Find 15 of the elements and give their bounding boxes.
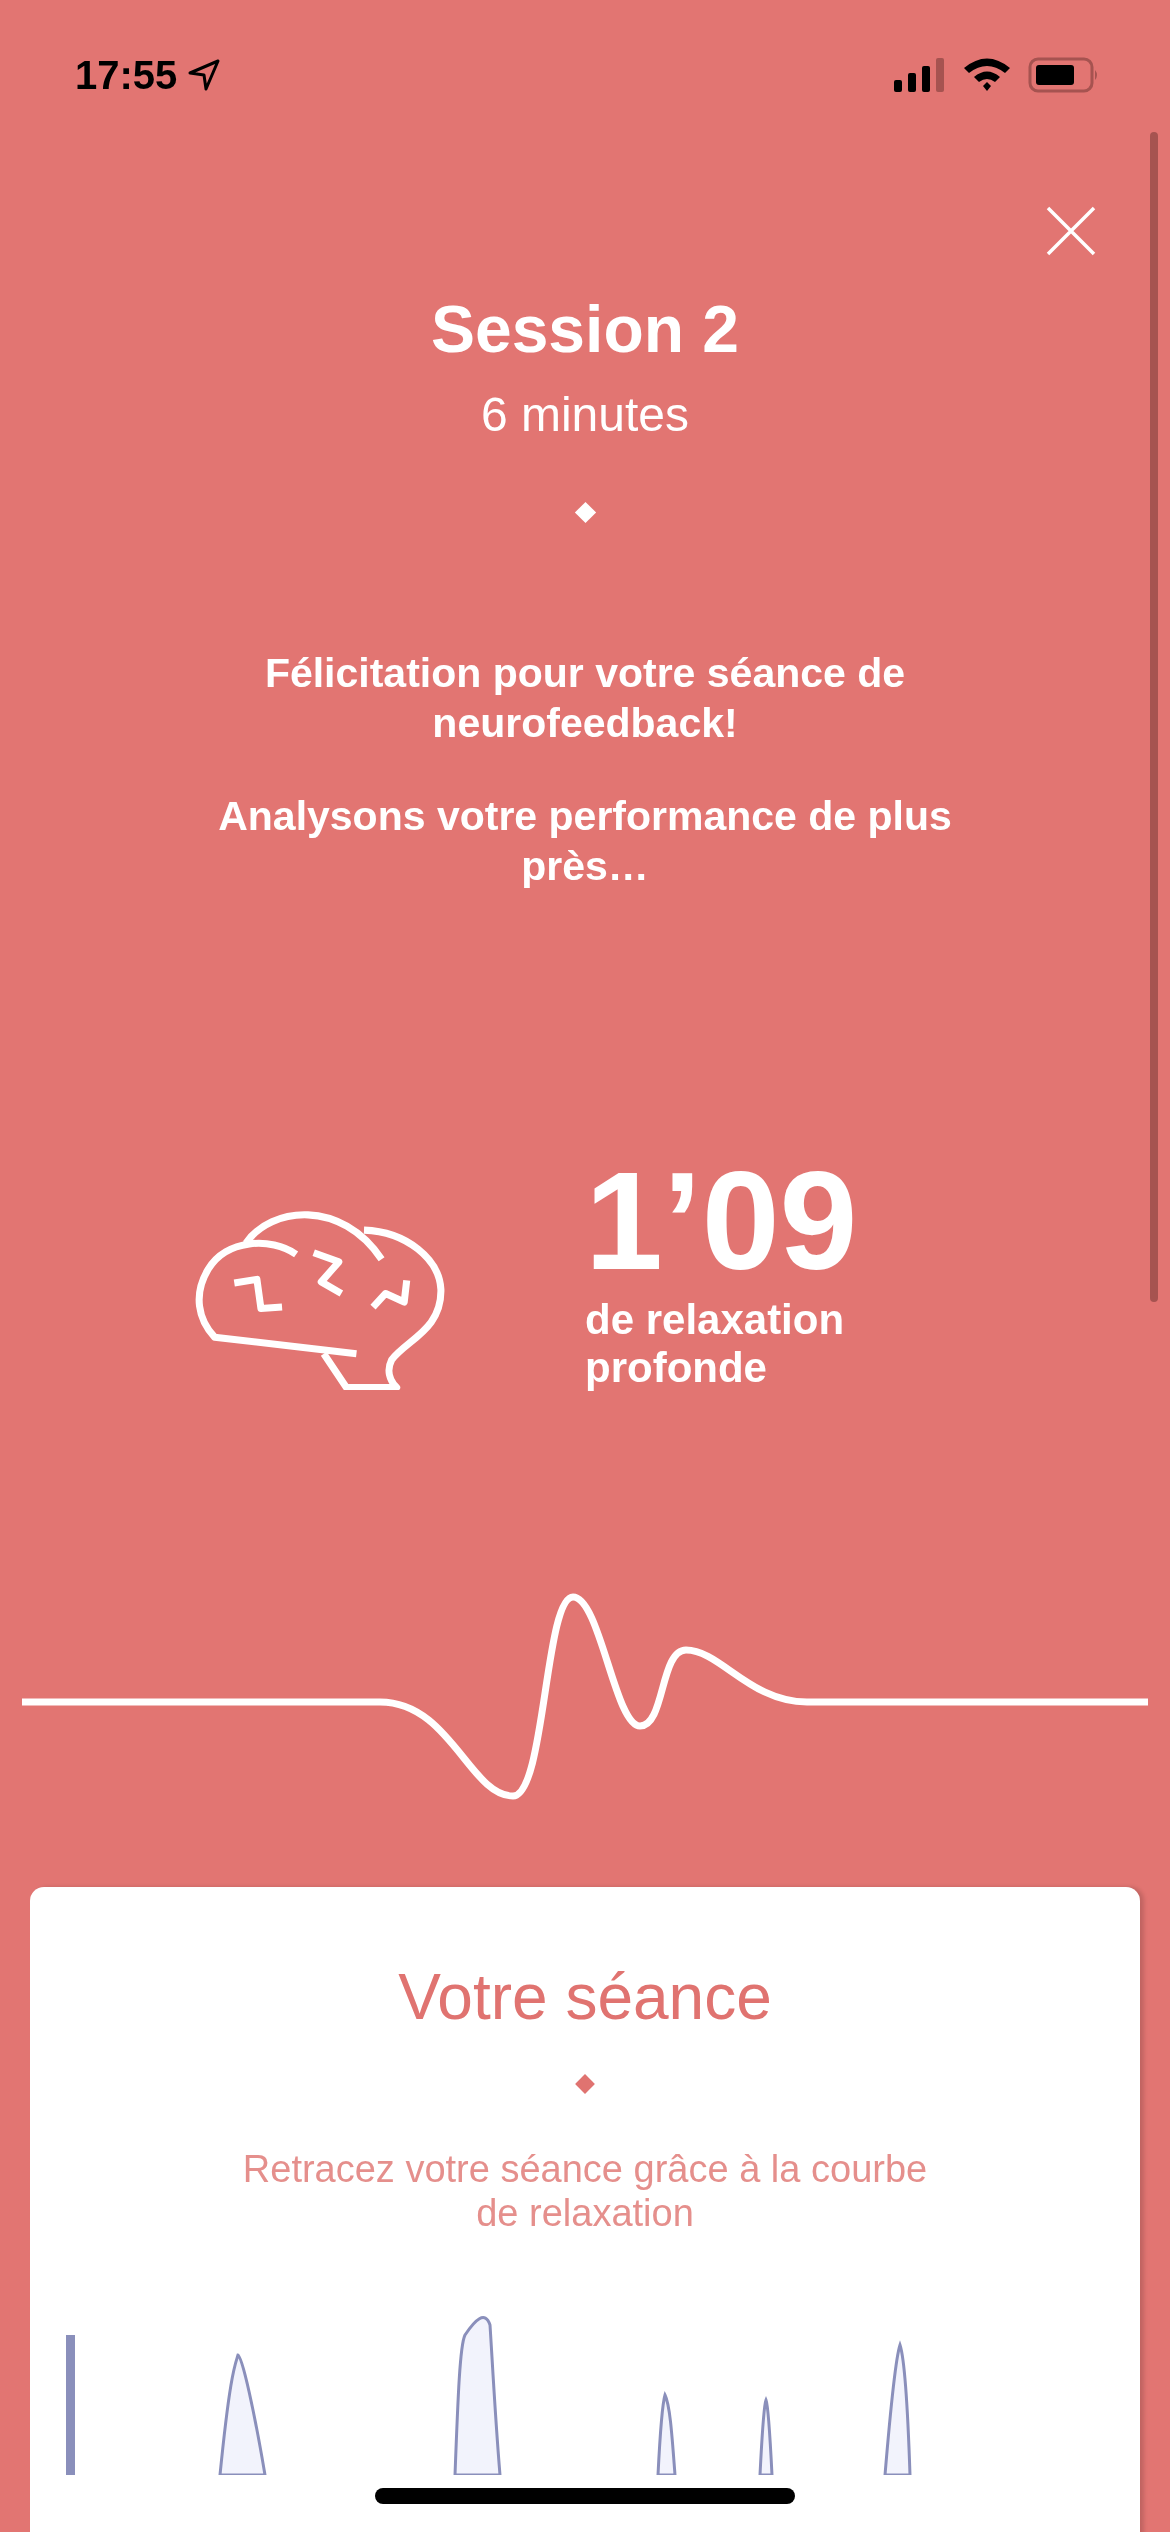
session-title: Session 2 — [430, 291, 740, 368]
battery-icon — [1028, 57, 1100, 93]
close-icon — [1046, 206, 1096, 256]
relaxation-label: de relaxation profonde — [585, 1296, 846, 1392]
scrollbar[interactable] — [1150, 132, 1158, 1302]
card-description: Retracez votre séance grâce à la courbe de relaxation — [241, 2147, 929, 2235]
session-duration: 6 minutes — [480, 387, 690, 443]
message-text: Félicitation pour votre séance de neurofeedback! — [263, 649, 907, 748]
card-title: Votre séance — [398, 1960, 772, 2035]
relaxation-time: 1’09 — [585, 1146, 859, 1296]
clock-time: 17:55 — [75, 52, 178, 98]
message-text: Analysons votre performance de plus près… — [217, 792, 953, 891]
location-arrow-icon — [187, 58, 222, 92]
signal-icon — [894, 58, 946, 92]
wifi-icon — [962, 57, 1012, 93]
